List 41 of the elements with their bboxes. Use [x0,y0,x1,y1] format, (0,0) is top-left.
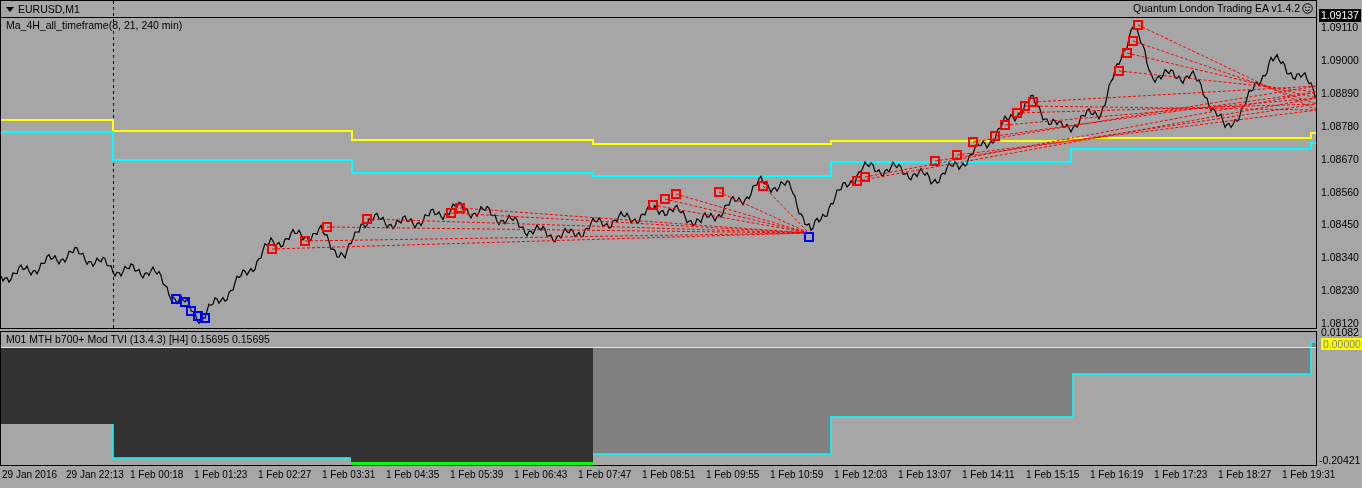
value-axis-label: 0.01082 [1321,327,1359,338]
time-axis-label: 29 Jan 2016 [2,470,59,482]
time-axis-label: 1 Feb 17:23 [1154,470,1209,482]
price-axis-label: 1.08230 [1321,285,1359,296]
time-axis-label: 1 Feb 00:18 [130,470,185,482]
price-axis-label: 1.08340 [1321,252,1359,263]
value-axis-label: -0.20421 [1319,455,1361,466]
time-axis-label: 29 Jan 22:13 [66,470,125,482]
time-axis-label: 1 Feb 13:07 [898,470,953,482]
expert-advisor-label: Quantum London Trading EA v1.4.2 [1133,3,1300,14]
time-axis-label: 1 Feb 19:31 [1282,470,1337,482]
price-axis-label: 1.08120 [1321,318,1359,329]
current-value-label: 0.00000 [1321,338,1362,350]
price-axis-label: 1.09000 [1321,54,1359,66]
time-axis-label: 1 Feb 08:51 [642,470,697,482]
time-axis-label: 1 Feb 16:19 [1090,470,1145,482]
indicator-label: Ma_4H_all_timeframe(8, 21, 240 min) [6,20,183,31]
time-axis-label: 1 Feb 04:35 [386,470,441,482]
time-axis-label: 1 Feb 09:55 [706,470,761,482]
time-axis-label: 1 Feb 02:27 [258,470,313,482]
time-axis-label: 1 Feb 05:39 [450,470,505,482]
time-axis-label: 1 Feb 18:27 [1218,470,1273,482]
time-axis-label: 1 Feb 01:23 [194,470,249,482]
price-axis-label: 1.08670 [1321,153,1359,165]
price-axis-label: 1.08780 [1321,120,1359,132]
price-axis-label: 1.08450 [1321,219,1359,230]
price-axis-label: 1.08890 [1321,87,1359,99]
time-axis-label: 1 Feb 14:11 [962,470,1016,482]
time-axis-label: 1 Feb 15:15 [1026,470,1081,482]
dropdown-icon[interactable] [6,7,14,12]
time-axis-label: 1 Feb 06:43 [514,470,569,482]
time-axis-label: 1 Feb 12:03 [834,470,889,482]
indicator-label: M01 MTH b700+ Mod TVI (13.4.3) [H4] 0.15695 0.15695 [6,334,270,345]
current-price-label: 1.09137 [1319,9,1361,22]
time-axis-label: 1 Feb 03:31 [322,470,377,482]
chart-title: EURUSD,M1 [18,4,80,15]
price-axis-label: 1.09110 [1321,22,1359,33]
time-axis-label: 1 Feb 07:47 [578,470,633,482]
smiley-icon [1302,3,1313,14]
price-axis-label: 1.08560 [1321,186,1359,197]
time-axis-label: 1 Feb 10:59 [770,470,825,482]
